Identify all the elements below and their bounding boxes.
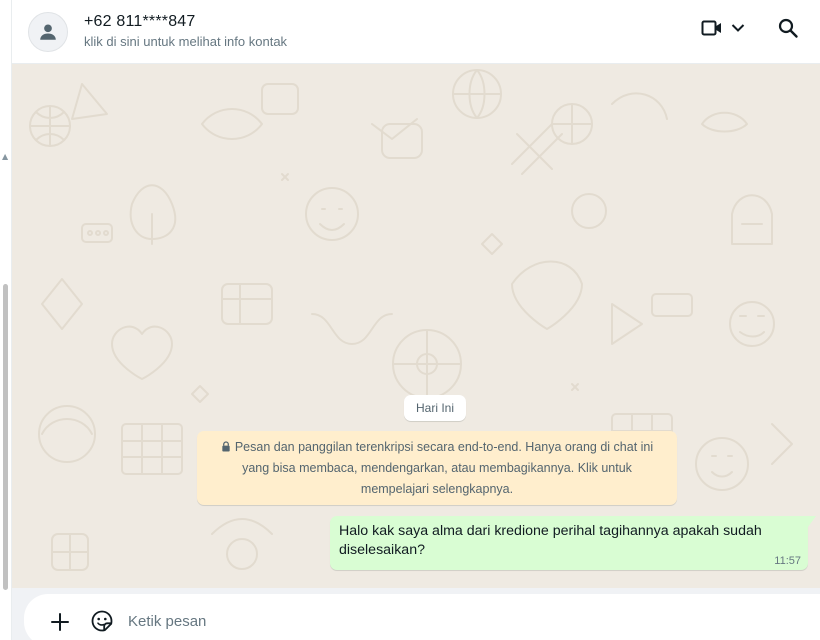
sticker-icon[interactable] xyxy=(90,609,114,633)
lock-icon xyxy=(222,441,230,452)
message-text: Halo kak saya alma dari kredione perihal… xyxy=(339,523,762,558)
message-input[interactable] xyxy=(128,608,778,634)
video-call-icon xyxy=(701,20,721,36)
person-avatar-icon xyxy=(40,24,56,40)
chat-conversation-panel[interactable]: Hari Ini Pesan dan panggilan terenkripsi… xyxy=(12,64,820,588)
plus-icon[interactable] xyxy=(50,612,70,632)
message-timestamp: 11:57 xyxy=(774,555,801,567)
encryption-notice-text: Pesan dan panggilan terenkripsi secara e… xyxy=(234,440,654,496)
video-call-button[interactable] xyxy=(700,16,748,40)
outgoing-message-bubble[interactable]: Halo kak saya alma dari kredione perihal… xyxy=(330,516,816,570)
contact-info[interactable]: +62 811****847 klik di sini untuk meliha… xyxy=(84,12,287,51)
left-panel-scroll-strip: ▲ xyxy=(0,0,12,640)
header-actions xyxy=(700,16,800,40)
chevron-down-icon[interactable] xyxy=(728,18,748,38)
bubble-tail-icon xyxy=(808,516,816,527)
chat-doodle-background xyxy=(29,69,793,571)
encryption-notice[interactable]: Pesan dan panggilan terenkripsi secara e… xyxy=(197,431,677,505)
contact-info-hint[interactable]: klik di sini untuk melihat info kontak xyxy=(84,33,287,51)
contact-name[interactable]: +62 811****847 xyxy=(84,12,287,32)
search-icon xyxy=(778,18,798,38)
avatar[interactable] xyxy=(28,12,68,52)
scroll-up-caret-icon[interactable]: ▲ xyxy=(2,152,8,161)
composer-box[interactable] xyxy=(24,594,820,640)
search-button[interactable] xyxy=(776,16,800,40)
message-composer xyxy=(12,588,820,640)
chat-header[interactable]: +62 811****847 klik di sini untuk meliha… xyxy=(12,0,820,64)
scrollbar-thumb[interactable] xyxy=(3,284,8,590)
date-chip: Hari Ini xyxy=(404,395,467,421)
